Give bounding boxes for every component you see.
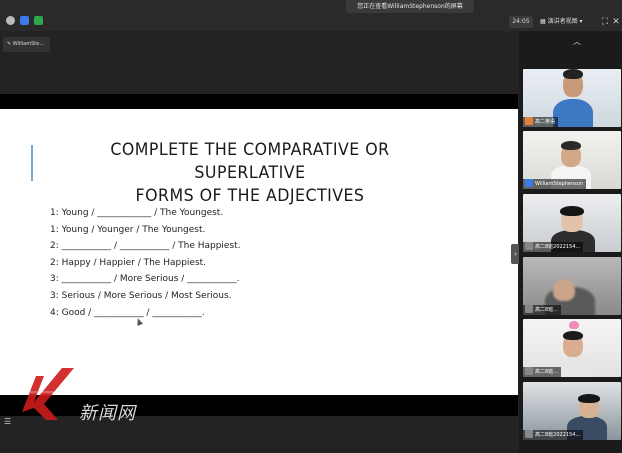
- slide-title-line-1: COMPLETE THE COMPARATIVE OR SUPERLATIVE: [110, 140, 390, 183]
- mic-icon: [525, 367, 533, 375]
- title-accent-bar: [31, 145, 33, 181]
- chevron-down-icon: ▾: [577, 18, 583, 25]
- participant-tile[interactable]: WilliamStephenson: [523, 131, 621, 189]
- mic-icon: [525, 179, 533, 187]
- info-icon[interactable]: [6, 16, 15, 25]
- participant-hair: [563, 331, 583, 340]
- signal-icon[interactable]: [34, 16, 43, 25]
- close-icon[interactable]: ✕: [611, 17, 621, 27]
- layout-label: 演讲者视图: [547, 18, 578, 25]
- participant-tile[interactable]: 高二8班...: [523, 257, 621, 315]
- exercise-list: 1: Young / ____________ / The Youngest. …: [50, 205, 350, 321]
- exercise-line: 1: Young / ____________ / The Youngest.: [50, 208, 224, 218]
- fullscreen-icon[interactable]: ⛶: [600, 17, 610, 27]
- layout-icon: ▦: [540, 18, 548, 25]
- shield-icon[interactable]: [20, 16, 29, 25]
- news-logo-watermark: [22, 368, 74, 420]
- mic-icon: [525, 305, 533, 313]
- chevron-up-icon[interactable]: ︿: [572, 37, 582, 47]
- exercise-line: 4: Good / ___________ / ___________.: [50, 307, 205, 318]
- screen-share-banner[interactable]: 您正在查看WilliamStephenson的屏幕: [346, 0, 474, 13]
- participant-tile[interactable]: 高二英语: [523, 69, 621, 127]
- participant-name-label: WilliamStephenson: [523, 179, 586, 189]
- participant-name-label: 高二8班...: [523, 305, 561, 315]
- top-toolbar: 您正在查看WilliamStephenson的屏幕 24:05 ▦ 演讲者视图 …: [0, 0, 622, 31]
- exercise-line: 2: Happy / Happier / The Happiest.: [50, 257, 207, 268]
- participant-hair: [578, 394, 600, 403]
- exercise-line: 2: ___________ / ___________ / The Happi…: [50, 241, 241, 252]
- participant-name-label: 高二8班...: [523, 367, 561, 377]
- menu-list-icon[interactable]: ☰: [4, 418, 14, 426]
- meeting-timer: 24:05: [509, 16, 533, 28]
- participant-hair: [563, 69, 583, 79]
- exercise-line: 3: Serious / More Serious / Most Serious…: [50, 290, 232, 301]
- presenter-name: WilliamSte...: [12, 41, 45, 47]
- participant-tile[interactable]: 高二8班2022154...: [523, 194, 621, 252]
- participant-name-label: 高二8班2022154...: [523, 430, 584, 440]
- slide-title: COMPLETE THE COMPARATIVE OR SUPERLATIVE …: [55, 139, 446, 208]
- exercise-line: 3: ___________ / More Serious / ________…: [50, 274, 240, 285]
- participant-video: [557, 355, 591, 377]
- participant-name-label: 高二8班2022154...: [523, 242, 584, 252]
- participant-name-label: 高二英语: [523, 117, 559, 127]
- participant-hair: [561, 141, 581, 150]
- mic-icon: [525, 117, 533, 125]
- presenter-tag[interactable]: ✎ WilliamSte...: [3, 37, 50, 52]
- slide-page: COMPLETE THE COMPARATIVE OR SUPERLATIVE …: [0, 109, 518, 395]
- decor-flower: [569, 321, 579, 329]
- participant-video: [553, 99, 593, 127]
- participant-tile[interactable]: 高二8班2022154...: [523, 382, 621, 440]
- participant-hair: [560, 206, 584, 216]
- exercise-line: 1: Young / Younger / The Youngest.: [50, 224, 206, 235]
- mic-icon: [525, 242, 533, 250]
- watermark-text: 新闻网: [79, 403, 136, 424]
- participant-face: [553, 279, 575, 301]
- layout-button[interactable]: ▦ 演讲者视图 ▾: [540, 16, 596, 28]
- mic-icon: [525, 430, 533, 438]
- meeting-window: 您正在查看WilliamStephenson的屏幕 24:05 ▦ 演讲者视图 …: [0, 0, 622, 453]
- participant-tile[interactable]: 高二8班...: [523, 319, 621, 377]
